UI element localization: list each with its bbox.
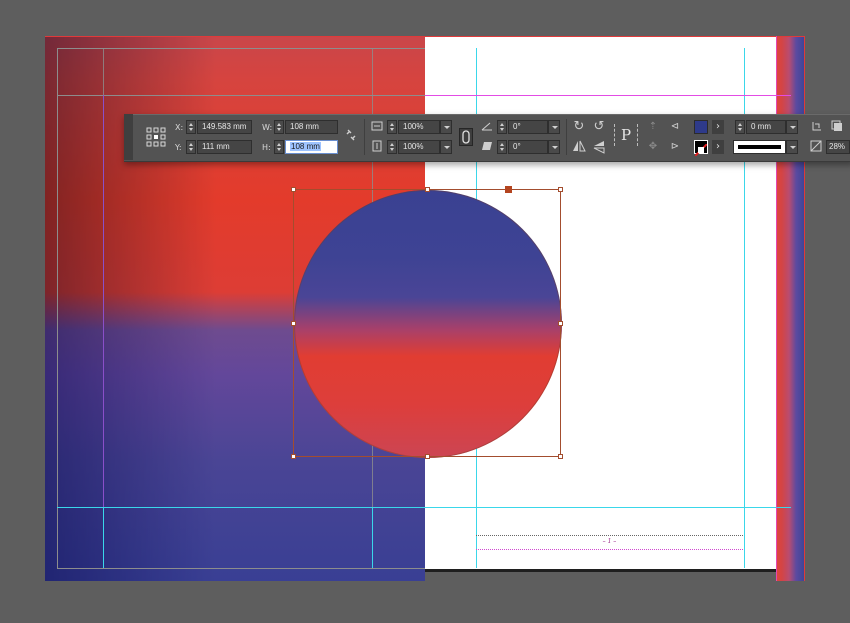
margin-guide-top-left xyxy=(57,48,425,49)
stroke-weight-field[interactable]: 0 mm xyxy=(746,120,786,134)
y-stepper[interactable] xyxy=(186,140,196,154)
stroke-weight-stepper[interactable] xyxy=(735,120,745,134)
scale-x-icon xyxy=(370,120,383,136)
select-container-icon[interactable]: ⇡ xyxy=(646,120,660,134)
constrain-scale-button[interactable] xyxy=(459,128,473,146)
selection-bounding-box[interactable] xyxy=(291,187,563,459)
margin-guide-left xyxy=(57,48,58,568)
x-stepper[interactable] xyxy=(186,120,196,134)
y-position-field[interactable]: 111 mm xyxy=(197,140,252,154)
type-on-path-glyph: P xyxy=(620,126,632,144)
height-field[interactable]: 108 mm xyxy=(285,140,338,154)
guide-cyan-bottom-left xyxy=(103,507,104,569)
select-content-icon[interactable]: ✥ xyxy=(646,140,660,154)
scale-x-stepper[interactable] xyxy=(387,120,397,134)
corner-options-icon[interactable] xyxy=(810,120,824,136)
separator xyxy=(364,119,365,155)
w-label: W: xyxy=(262,123,273,132)
rotation-angle-field[interactable]: 0° xyxy=(508,120,548,134)
handle-bottom-center[interactable] xyxy=(425,454,430,459)
fill-swatch[interactable] xyxy=(694,120,708,134)
handle-top-left[interactable] xyxy=(291,187,296,192)
scale-y-dropdown[interactable] xyxy=(440,140,452,154)
page-shadow xyxy=(425,569,776,572)
handle-bottom-left[interactable] xyxy=(291,454,296,459)
rotate-clockwise-icon[interactable]: ↻ xyxy=(572,120,586,134)
broken-chain-icon xyxy=(346,129,356,141)
h-label: H: xyxy=(262,143,271,152)
scale-y-field[interactable]: 100% xyxy=(398,140,440,154)
selection-container-button[interactable]: P xyxy=(614,124,638,146)
handle-bottom-right[interactable] xyxy=(558,454,563,459)
handle-middle-right[interactable] xyxy=(558,321,563,326)
select-previous-object-icon[interactable]: ⊲ xyxy=(667,120,683,134)
stroke-type-dropdown[interactable] xyxy=(786,140,798,154)
scale-y-icon xyxy=(370,140,383,156)
bleed-line-top xyxy=(45,36,805,37)
stroke-menu-arrow[interactable]: › xyxy=(712,140,724,154)
w-stepper[interactable] xyxy=(274,120,284,134)
y-label: Y: xyxy=(175,143,182,152)
scale-x-dropdown[interactable] xyxy=(440,120,452,134)
rotation-angle-icon xyxy=(480,120,493,136)
content-grabber-handle[interactable] xyxy=(505,186,512,193)
guide-cyan-bottom-left-inner xyxy=(372,507,373,569)
rotation-stepper[interactable] xyxy=(497,120,507,134)
stroke-swatch[interactable] xyxy=(694,140,708,157)
shear-dropdown[interactable] xyxy=(548,140,560,154)
width-field[interactable]: 108 mm xyxy=(285,120,338,134)
handle-top-center[interactable] xyxy=(425,187,430,192)
ruler-guide-horizontal[interactable] xyxy=(57,507,791,508)
opacity-icon xyxy=(809,140,823,156)
margin-guide-left-purple xyxy=(103,95,104,568)
flip-vertical-icon[interactable] xyxy=(592,140,606,158)
rotate-counterclockwise-icon[interactable]: ↺ xyxy=(592,120,606,134)
reference-point-icon xyxy=(146,127,166,147)
handle-middle-left[interactable] xyxy=(291,321,296,326)
flip-horizontal-icon[interactable] xyxy=(572,140,586,156)
constrain-proportions-button[interactable] xyxy=(344,128,358,146)
opacity-field[interactable]: 28% xyxy=(826,140,850,154)
margin-guide-top-inner-left xyxy=(57,95,425,96)
page-number-marker: – 1 – xyxy=(602,538,617,545)
shear-stepper[interactable] xyxy=(497,140,507,154)
drop-shadow-icon[interactable] xyxy=(830,120,844,136)
stroke-type-preview xyxy=(738,145,781,149)
chain-icon xyxy=(462,130,470,144)
panel-grip-handle[interactable] xyxy=(124,114,133,160)
scale-x-field[interactable]: 100% xyxy=(398,120,440,134)
shear-angle-field[interactable]: 0° xyxy=(508,140,548,154)
margin-guide-bottom-left xyxy=(57,568,425,569)
h-stepper[interactable] xyxy=(274,140,284,154)
none-stroke-slash-icon xyxy=(694,143,708,157)
select-next-object-icon[interactable]: ⊳ xyxy=(667,140,683,154)
stroke-weight-dropdown[interactable] xyxy=(786,120,798,134)
fill-menu-arrow[interactable]: › xyxy=(712,120,724,134)
shear-angle-icon xyxy=(480,140,493,156)
reference-point-locator[interactable] xyxy=(146,127,166,147)
separator xyxy=(566,119,567,155)
scale-y-stepper[interactable] xyxy=(387,140,397,154)
height-field-selection: 108 mm xyxy=(290,142,321,151)
handle-top-right[interactable] xyxy=(558,187,563,192)
stroke-type-field[interactable] xyxy=(733,140,786,154)
margin-guide-top-right xyxy=(425,95,791,96)
rotation-dropdown[interactable] xyxy=(548,120,560,134)
x-position-field[interactable]: 149.583 mm xyxy=(197,120,252,134)
x-label: X: xyxy=(175,123,184,132)
